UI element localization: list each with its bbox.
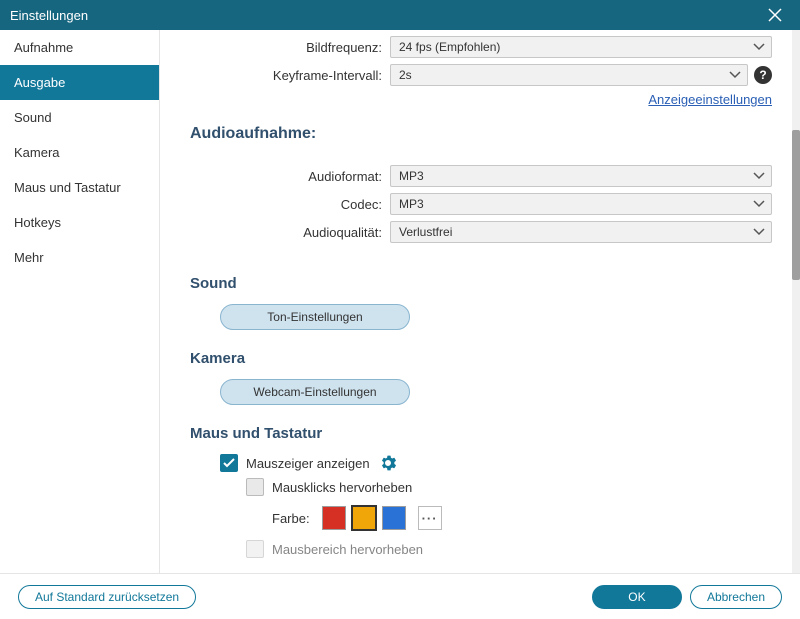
- footer: Auf Standard zurücksetzen OK Abbrechen: [0, 573, 800, 619]
- chevron-down-icon: [753, 225, 765, 239]
- keyframe-value: 2s: [399, 68, 412, 82]
- sidebar: Aufnahme Ausgabe Sound Kamera Maus und T…: [0, 30, 160, 573]
- sidebar-item-mehr[interactable]: Mehr: [0, 240, 159, 275]
- check-icon: [223, 458, 235, 468]
- audioformat-select[interactable]: MP3: [390, 165, 772, 187]
- audio-recording-heading: Audioaufnahme:: [190, 125, 772, 143]
- chevron-down-icon: [753, 40, 765, 54]
- highlight-area-checkbox[interactable]: [246, 540, 264, 558]
- sidebar-item-kamera[interactable]: Kamera: [0, 135, 159, 170]
- color-swatch-blue[interactable]: [382, 506, 406, 530]
- color-label: Farbe:: [272, 511, 310, 526]
- sidebar-item-maus-tastatur[interactable]: Maus und Tastatur: [0, 170, 159, 205]
- color-swatch-yellow[interactable]: [352, 506, 376, 530]
- audioquality-label: Audioqualität:: [190, 225, 390, 240]
- gear-icon[interactable]: [380, 455, 396, 471]
- framerate-select[interactable]: 24 fps (Empfohlen): [390, 36, 772, 58]
- codec-select[interactable]: MP3: [390, 193, 772, 215]
- framerate-label: Bildfrequenz:: [190, 40, 390, 55]
- main-panel: Bildfrequenz: 24 fps (Empfohlen) Keyfram…: [160, 30, 792, 573]
- camera-heading: Kamera: [190, 350, 772, 367]
- chevron-down-icon: [753, 169, 765, 183]
- audioquality-value: Verlustfrei: [399, 225, 452, 239]
- sidebar-item-aufnahme[interactable]: Aufnahme: [0, 30, 159, 65]
- close-icon: [768, 8, 782, 22]
- keyframe-select[interactable]: 2s: [390, 64, 748, 86]
- help-icon[interactable]: ?: [754, 66, 772, 84]
- scrollbar[interactable]: [792, 30, 800, 573]
- window-title: Einstellungen: [10, 8, 760, 23]
- highlight-area-label: Mausbereich hervorheben: [272, 542, 423, 557]
- audioformat-label: Audioformat:: [190, 169, 390, 184]
- scrollbar-thumb[interactable]: [792, 130, 800, 280]
- mouse-heading: Maus und Tastatur: [190, 425, 772, 442]
- cancel-button[interactable]: Abbrechen: [690, 585, 782, 609]
- highlight-clicks-checkbox[interactable]: [246, 478, 264, 496]
- show-cursor-checkbox[interactable]: [220, 454, 238, 472]
- more-colors-button[interactable]: ···: [418, 506, 442, 530]
- titlebar: Einstellungen: [0, 0, 800, 30]
- sound-heading: Sound: [190, 275, 772, 292]
- codec-value: MP3: [399, 197, 424, 211]
- chevron-down-icon: [729, 68, 741, 82]
- close-button[interactable]: [760, 0, 790, 30]
- reset-defaults-button[interactable]: Auf Standard zurücksetzen: [18, 585, 196, 609]
- codec-label: Codec:: [190, 197, 390, 212]
- display-settings-link[interactable]: Anzeigeeinstellungen: [648, 92, 772, 107]
- keyframe-label: Keyframe-Intervall:: [190, 68, 390, 83]
- sidebar-item-ausgabe[interactable]: Ausgabe: [0, 65, 159, 100]
- sidebar-item-hotkeys[interactable]: Hotkeys: [0, 205, 159, 240]
- framerate-value: 24 fps (Empfohlen): [399, 40, 500, 54]
- highlight-clicks-label: Mausklicks hervorheben: [272, 480, 412, 495]
- color-swatch-red[interactable]: [322, 506, 346, 530]
- webcam-settings-button[interactable]: Webcam-Einstellungen: [220, 379, 410, 405]
- show-cursor-label: Mauszeiger anzeigen: [246, 456, 370, 471]
- audioquality-select[interactable]: Verlustfrei: [390, 221, 772, 243]
- audioformat-value: MP3: [399, 169, 424, 183]
- chevron-down-icon: [753, 197, 765, 211]
- sidebar-item-sound[interactable]: Sound: [0, 100, 159, 135]
- sound-settings-button[interactable]: Ton-Einstellungen: [220, 304, 410, 330]
- ok-button[interactable]: OK: [592, 585, 682, 609]
